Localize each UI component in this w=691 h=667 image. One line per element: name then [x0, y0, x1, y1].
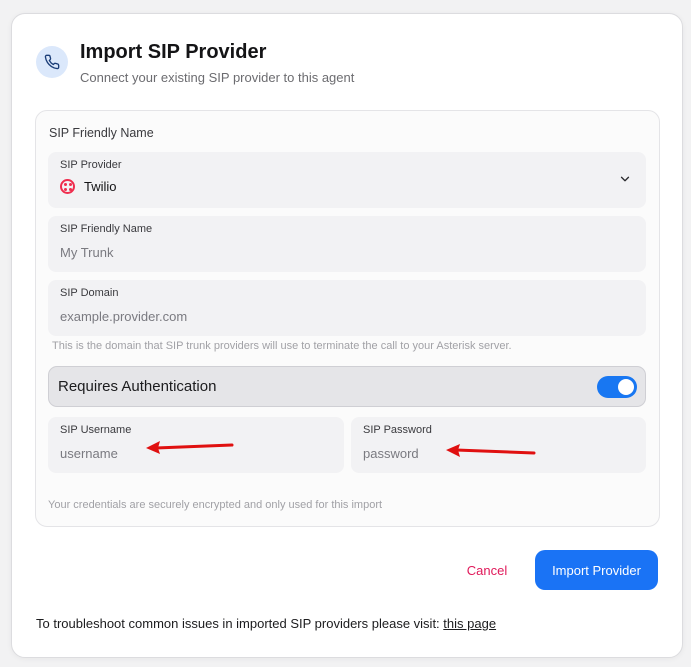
annotation-arrow-icon [446, 444, 536, 457]
dialog-subtitle: Connect your existing SIP provider to th… [80, 70, 355, 85]
sip-username-input[interactable]: username [60, 446, 118, 461]
selected-provider: Twilio [60, 179, 117, 194]
sip-friendly-name-field[interactable]: SIP Friendly Name My Trunk [48, 216, 646, 272]
import-sip-provider-dialog: Import SIP Provider Connect your existin… [11, 13, 683, 658]
sip-password-label: SIP Password [363, 424, 432, 436]
troubleshoot-note: To troubleshoot common issues in importe… [36, 616, 496, 631]
section-label: SIP Friendly Name [49, 126, 154, 140]
troubleshoot-text: To troubleshoot common issues in importe… [36, 616, 444, 631]
requires-authentication-toggle[interactable] [597, 376, 637, 398]
sip-provider-select[interactable]: SIP Provider Twilio [48, 152, 646, 208]
sip-form-card: SIP Friendly Name SIP Provider Twilio SI… [35, 110, 660, 527]
sip-friendly-name-input[interactable]: My Trunk [60, 245, 113, 260]
sip-provider-value: Twilio [84, 179, 117, 194]
sip-provider-label: SIP Provider [60, 159, 122, 171]
dialog-title: Import SIP Provider [80, 41, 267, 63]
sip-username-label: SIP Username [60, 424, 132, 436]
toggle-knob [618, 379, 634, 395]
credentials-note: Your credentials are securely encrypted … [48, 499, 383, 511]
sip-password-input[interactable]: password [363, 446, 419, 461]
sip-domain-input[interactable]: example.provider.com [60, 309, 187, 324]
sip-domain-label: SIP Domain [60, 287, 119, 299]
sip-domain-hint: This is the domain that SIP trunk provid… [52, 340, 512, 352]
requires-authentication-label: Requires Authentication [58, 378, 217, 395]
chevron-down-icon [620, 176, 630, 182]
troubleshoot-link[interactable]: this page [443, 616, 496, 631]
phone-icon [36, 46, 68, 78]
sip-domain-field[interactable]: SIP Domain example.provider.com [48, 280, 646, 336]
annotation-arrow-icon [146, 441, 234, 454]
import-provider-button[interactable]: Import Provider [535, 550, 658, 590]
cancel-button[interactable]: Cancel [457, 560, 517, 580]
requires-authentication-row[interactable]: Requires Authentication [48, 366, 646, 407]
sip-friendly-name-label: SIP Friendly Name [60, 223, 153, 235]
twilio-logo-icon [60, 179, 75, 194]
